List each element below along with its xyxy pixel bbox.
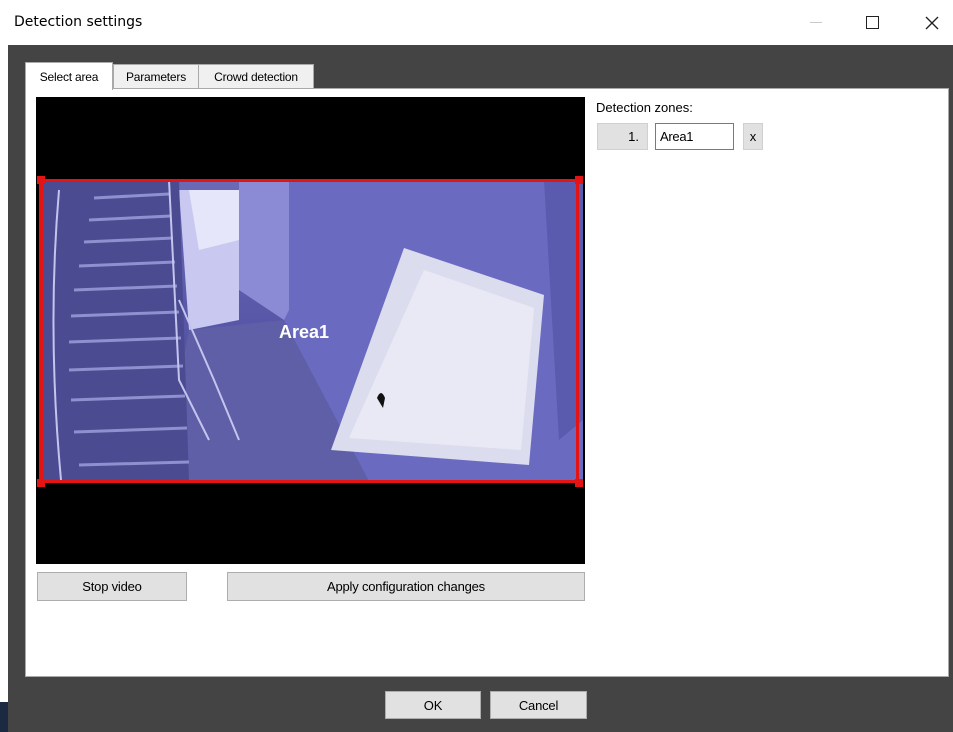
zone-handle-top-right[interactable]: [575, 176, 583, 184]
background-strip: [0, 702, 8, 732]
stop-video-button[interactable]: Stop video: [37, 572, 187, 601]
tab-crowd-detection[interactable]: Crowd detection: [198, 64, 314, 89]
close-button[interactable]: [909, 0, 953, 45]
zone-handle-bottom-left[interactable]: [37, 479, 45, 487]
maximize-icon: [865, 16, 879, 29]
zone-overlay-label: Area1: [279, 322, 330, 342]
close-icon: [925, 16, 939, 29]
tab-parameters[interactable]: Parameters: [113, 64, 199, 89]
detection-zones-label: Detection zones:: [596, 100, 693, 115]
minimize-icon: [810, 22, 822, 23]
zone-number-button[interactable]: 1.: [597, 123, 648, 150]
ok-button[interactable]: OK: [385, 691, 481, 719]
window-title: Detection settings: [14, 14, 143, 30]
apply-configuration-button[interactable]: Apply configuration changes: [227, 572, 585, 601]
cancel-button[interactable]: Cancel: [490, 691, 587, 719]
minimize-button[interactable]: [793, 0, 839, 45]
window-edge: [0, 45, 8, 732]
maximize-button[interactable]: [849, 0, 895, 45]
tab-select-area[interactable]: Select area: [25, 62, 113, 90]
zone-delete-button[interactable]: x: [743, 123, 763, 150]
zone-handle-top-left[interactable]: [37, 176, 45, 184]
zone-name-input[interactable]: Area1: [655, 123, 734, 150]
zone-handle-bottom-right[interactable]: [575, 479, 583, 487]
title-bar: Detection settings: [0, 0, 953, 45]
